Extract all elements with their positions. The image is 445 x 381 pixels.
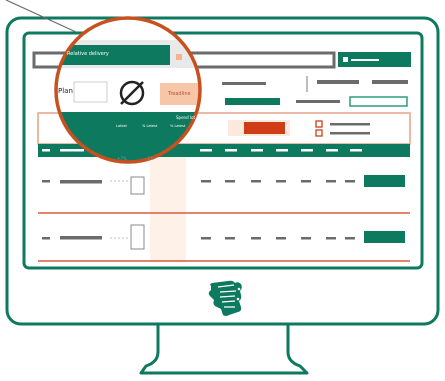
- outline-input: [349, 96, 408, 107]
- loupe-subvalue-1: +7%: [117, 156, 127, 161]
- checkbox-2: [315, 129, 323, 137]
- highlight-column: [150, 157, 186, 262]
- summary-orange-button: [244, 122, 285, 134]
- loupe-header-line1: Spend lot ?: [176, 115, 199, 120]
- monitor-stand: [139, 325, 309, 375]
- loupe-dropdown-label: Relative delivery: [67, 51, 109, 57]
- checkbox-1: [315, 120, 323, 128]
- loupe-header-col-1: Latest: [116, 124, 127, 128]
- loupe-header-col-2: % Latest: [142, 124, 158, 128]
- monitor-illustration: [5, 0, 440, 375]
- loupe-subvalue-2: -1%: [146, 156, 154, 161]
- loupe-plan-label: Plan: [58, 87, 73, 95]
- loupe-button-label: Treadline: [168, 91, 191, 97]
- filter-bar: [225, 98, 280, 105]
- loupe-header-col-3: % Latest: [170, 124, 186, 128]
- circle-slash-icon: [119, 80, 145, 106]
- search-button-icon: [343, 57, 348, 62]
